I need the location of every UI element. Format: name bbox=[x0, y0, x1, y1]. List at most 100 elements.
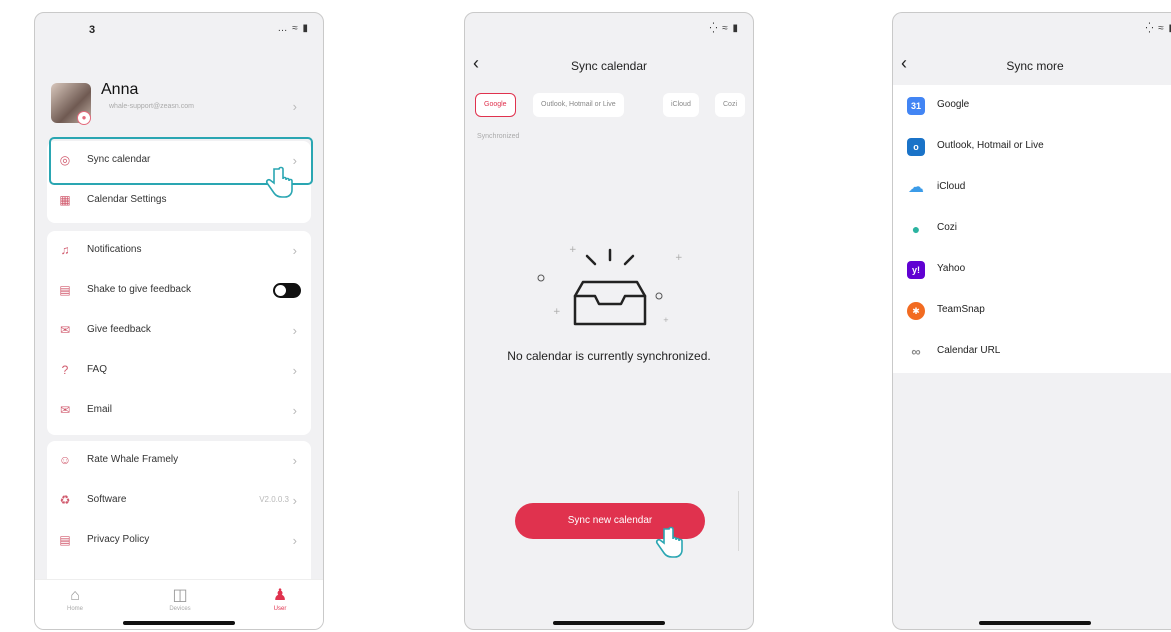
svg-text:+: + bbox=[663, 316, 669, 324]
menu-item-email[interactable]: ✉ Email › bbox=[47, 391, 311, 431]
provider-label: Calendar URL bbox=[937, 345, 1001, 356]
link-icon: ∞ bbox=[911, 344, 921, 359]
menu-item-label: Give feedback bbox=[87, 324, 151, 335]
tab-icloud[interactable]: iCloud bbox=[663, 93, 699, 117]
provider-outlook[interactable]: o Outlook, Hotmail or Live bbox=[893, 126, 1171, 167]
bell-icon: ♫ bbox=[60, 243, 70, 257]
outlook-icon: o bbox=[907, 138, 925, 156]
provider-label: Yahoo bbox=[937, 263, 966, 274]
home-indicator bbox=[553, 621, 665, 625]
chevron-right-icon: › bbox=[292, 453, 297, 468]
calendar-provider-list: 31 Google o Outlook, Hotmail or Live ☁ i… bbox=[893, 85, 1171, 373]
user-icon: ♟ bbox=[272, 587, 288, 604]
provider-yahoo[interactable]: y! Yahoo bbox=[893, 249, 1171, 290]
home-icon: ⌂ bbox=[70, 587, 80, 604]
software-icon: ♻ bbox=[59, 493, 71, 507]
phone-user-screen: 3 … ≈ ▮ ● Anna whale-support@zeasn.com ›… bbox=[34, 12, 324, 630]
provider-google[interactable]: 31 Google bbox=[893, 85, 1171, 126]
chevron-right-icon: › bbox=[292, 323, 297, 338]
svg-text:+: + bbox=[569, 245, 577, 255]
menu-item-software[interactable]: ♻ Software V2.0.0.3 › bbox=[47, 481, 311, 521]
status-icons: … ≈ ▮ bbox=[277, 23, 309, 34]
cozi-icon: ● bbox=[911, 221, 921, 237]
software-version: V2.0.0.3 bbox=[259, 495, 289, 504]
profile-name: Anna bbox=[101, 81, 139, 98]
page-title: Sync more bbox=[1006, 59, 1064, 73]
phone-sync-calendar-screen: ⁛ ≈ ▮ ‹ Sync calendar Google Outlook, Ho… bbox=[464, 12, 754, 630]
chevron-right-icon: › bbox=[292, 363, 297, 378]
home-indicator bbox=[979, 621, 1091, 625]
menu-item-label: Privacy Policy bbox=[87, 534, 150, 545]
empty-inbox-icon: + + + + bbox=[537, 245, 683, 326]
chevron-right-icon: › bbox=[292, 493, 297, 508]
icloud-icon: ☁ bbox=[908, 179, 924, 196]
chevron-right-icon: › bbox=[292, 243, 297, 258]
menu-item-label: Calendar Settings bbox=[87, 194, 167, 205]
profile-header[interactable]: ● Anna whale-support@zeasn.com › bbox=[47, 73, 311, 143]
page-title: Sync calendar bbox=[570, 59, 648, 73]
tap-hand-icon bbox=[655, 526, 683, 558]
tab-user[interactable]: ♟ User bbox=[250, 586, 310, 612]
menu-item-rate[interactable]: ☺ Rate Whale Framely › bbox=[47, 441, 311, 481]
tab-label: User bbox=[273, 606, 287, 612]
tab-outlook[interactable]: Outlook, Hotmail or Live bbox=[533, 93, 624, 117]
menu-item-label: Rate Whale Framely bbox=[87, 454, 179, 465]
provider-teamsnap[interactable]: ✱ TeamSnap bbox=[893, 290, 1171, 331]
chevron-right-icon: › bbox=[292, 533, 297, 548]
status-bar: ⁛ ≈ ▮ bbox=[893, 13, 1171, 49]
tab-home[interactable]: ⌂ Home bbox=[45, 586, 105, 612]
menu-item-label: Shake to give feedback bbox=[87, 284, 191, 295]
profile-email: whale-support@zeasn.com bbox=[109, 103, 194, 110]
menu-item-shake-feedback[interactable]: ▤ Shake to give feedback bbox=[47, 271, 311, 311]
svg-text:+: + bbox=[553, 307, 561, 317]
menu-item-label: Email bbox=[87, 404, 113, 415]
menu-item-faq[interactable]: ? FAQ › bbox=[47, 351, 311, 391]
tab-devices[interactable]: ◫ Devices bbox=[150, 586, 210, 612]
provider-cozi[interactable]: ● Cozi bbox=[893, 208, 1171, 249]
tab-label: Home bbox=[66, 606, 83, 612]
tab-cozi[interactable]: Cozi bbox=[715, 93, 746, 117]
menu-item-label: Software bbox=[87, 494, 127, 505]
chevron-right-icon: › bbox=[292, 99, 297, 114]
camera-badge-icon: ● bbox=[77, 111, 91, 125]
divider bbox=[738, 491, 739, 551]
provider-calendar-url[interactable]: ∞ Calendar URL bbox=[893, 331, 1171, 372]
tap-hand-icon bbox=[265, 166, 293, 198]
status-bar: 3 … ≈ ▮ bbox=[35, 13, 323, 49]
home-indicator bbox=[123, 621, 235, 625]
menu-item-notifications[interactable]: ♫ Notifications › bbox=[47, 231, 311, 271]
shake-feedback-toggle[interactable] bbox=[273, 283, 301, 298]
question-icon: ? bbox=[61, 363, 69, 377]
devices-icon: ◫ bbox=[172, 587, 188, 604]
provider-label: Cozi bbox=[937, 222, 958, 233]
calendar-source-tabs: Google Outlook, Hotmail or Live iCloud C… bbox=[475, 93, 753, 119]
provider-label: TeamSnap bbox=[937, 304, 985, 315]
svg-text:+: + bbox=[675, 253, 683, 263]
calendar-settings-icon: ▦ bbox=[59, 193, 71, 207]
phone-sync-more-screen: ⁛ ≈ ▮ ‹ Sync more 31 Google o Outlook, H… bbox=[892, 12, 1171, 630]
provider-label: Google bbox=[937, 99, 970, 110]
status-icons: ⁛ ≈ ▮ bbox=[1145, 23, 1171, 34]
google-calendar-icon: 31 bbox=[907, 97, 925, 115]
status-icons: ⁛ ≈ ▮ bbox=[709, 23, 739, 34]
yahoo-icon: y! bbox=[907, 261, 925, 279]
menu-item-label: FAQ bbox=[87, 364, 108, 375]
menu-item-privacy[interactable]: ▤ Privacy Policy › bbox=[47, 521, 311, 561]
mail-icon: ✉ bbox=[59, 323, 71, 337]
tab-google[interactable]: Google bbox=[475, 93, 516, 117]
status-bar: ⁛ ≈ ▮ bbox=[465, 13, 753, 49]
chevron-right-icon: › bbox=[292, 403, 297, 418]
email-icon: ✉ bbox=[59, 403, 71, 417]
teamsnap-icon: ✱ bbox=[907, 302, 925, 320]
provider-label: iCloud bbox=[937, 181, 966, 192]
document-icon: ▤ bbox=[59, 533, 71, 547]
support-group: ♫ Notifications › ▤ Shake to give feedba… bbox=[47, 231, 311, 435]
tab-bar: ⌂ Home ◫ Devices ♟ User bbox=[35, 579, 323, 629]
empty-state-message: No calendar is currently synchronized. bbox=[507, 349, 711, 363]
section-label: Synchronized bbox=[477, 133, 520, 140]
about-group: ☺ Rate Whale Framely › ♻ Software V2.0.0… bbox=[47, 441, 311, 591]
menu-item-label: Notifications bbox=[87, 244, 142, 255]
shake-icon: ▤ bbox=[59, 283, 71, 297]
menu-item-give-feedback[interactable]: ✉ Give feedback › bbox=[47, 311, 311, 351]
provider-icloud[interactable]: ☁ iCloud bbox=[893, 167, 1171, 208]
